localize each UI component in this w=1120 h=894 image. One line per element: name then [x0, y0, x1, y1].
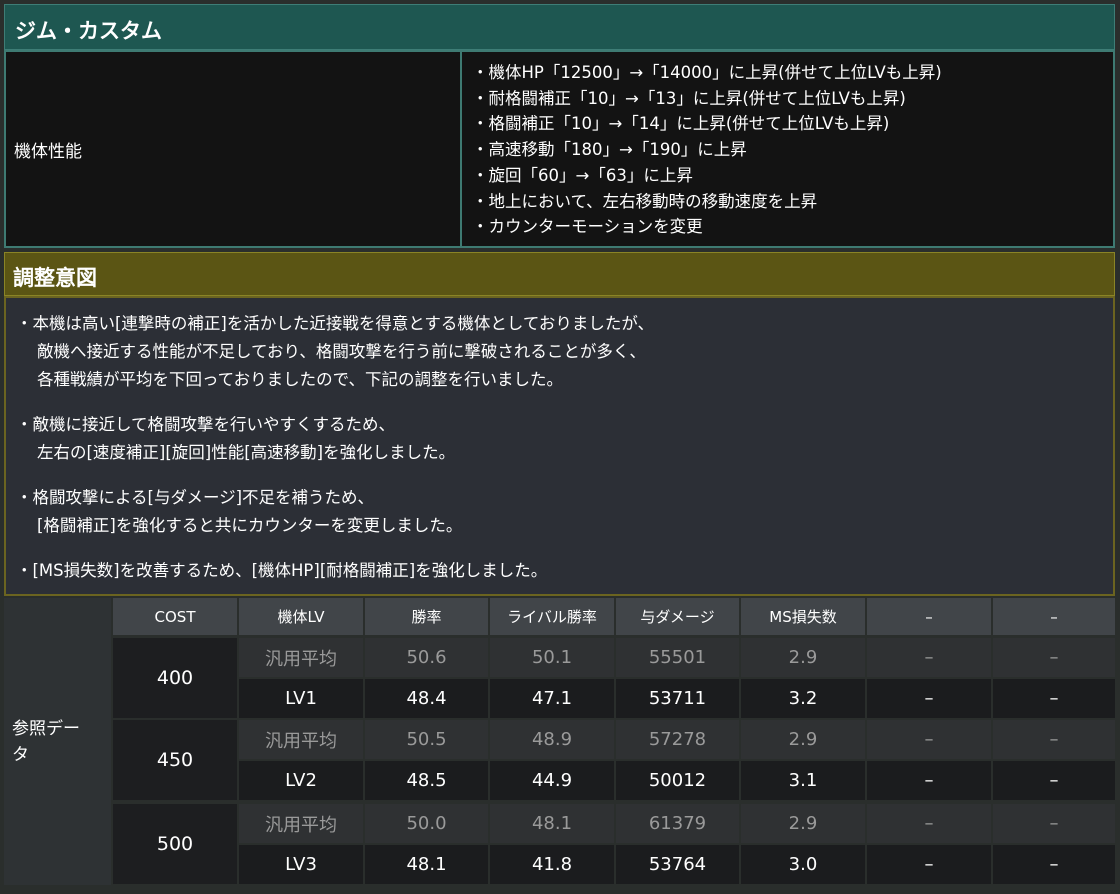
intent-line: 左右の[速度補正][旋回]性能[高速移動]を強化しました。 — [37, 443, 456, 462]
cost-cell: 450 — [113, 720, 237, 800]
column-header: COST — [113, 598, 237, 635]
extra-1-cell: – — [867, 845, 991, 884]
performance-item: ・格闘補正「10」→「14」に上昇(併せて上位LVも上昇) — [472, 114, 890, 134]
extra-2-cell: – — [993, 845, 1115, 884]
performance-item: ・機体HP「12500」→「14000」に上昇(併せて上位LVも上昇) — [472, 63, 942, 82]
win-rate-cell: 48.1 — [365, 845, 488, 884]
intent-title: 調整意図 — [4, 252, 1115, 296]
column-header: MS損失数 — [741, 598, 865, 635]
intent-paragraph: ・[MS損失数]を改善するため、[機体HP][耐格闘補正]を強化しました。 — [16, 557, 1113, 585]
reference-data-table: 参照デー タ COST 機体LV 勝率 ライバル勝率 与ダメージ MS損失数 – –400 汎用… — [4, 598, 1115, 885]
damage-cell: 50012 — [616, 761, 739, 800]
reference-label-line: タ — [12, 745, 29, 765]
performance-item: ・旋回「60」→「63」に上昇 — [472, 165, 693, 185]
performance-table: 機体性能 ・機体HP「12500」→「14000」に上昇(併せて上位LVも上昇)… — [4, 50, 1115, 248]
win-rate-cell: 50.5 — [365, 720, 488, 759]
column-header: 与ダメージ — [616, 598, 739, 635]
reference-label-line: 参照デー — [12, 719, 80, 739]
extra-2-cell: – — [993, 720, 1115, 759]
column-header: 勝率 — [365, 598, 488, 635]
intent-line: 敵機へ接近する性能が不足しており、格闘攻撃を行う前に撃破されることが多く、 — [37, 342, 646, 361]
intent-body: ・本機は高い[連撃時の補正]を活かした近接戦を得意とする機体としておりましたが、… — [4, 296, 1115, 596]
ms-loss-cell: 2.9 — [741, 720, 865, 759]
damage-cell: 55501 — [616, 638, 739, 677]
damage-cell: 53764 — [616, 845, 739, 884]
column-header: 機体LV — [239, 598, 363, 635]
ms-loss-cell: 3.1 — [741, 761, 865, 800]
ms-loss-cell: 2.9 — [741, 804, 865, 843]
extra-1-cell: – — [867, 804, 991, 843]
rival-win-rate-cell: 50.1 — [490, 638, 614, 677]
performance-item: ・カウンターモーションを変更 — [472, 217, 703, 237]
rival-win-rate-cell: 48.1 — [490, 804, 614, 843]
rival-win-rate-cell: 44.9 — [490, 761, 614, 800]
level-cell: LV3 — [239, 845, 363, 884]
level-cell: LV1 — [239, 679, 363, 718]
level-cell: 汎用平均 — [239, 804, 363, 843]
performance-item: ・耐格闘補正「10」→「13」に上昇(併せて上位LVも上昇) — [472, 88, 906, 108]
extra-1-cell: – — [867, 761, 991, 800]
intent-line: ・[MS損失数]を改善するため、[機体HP][耐格闘補正]を強化しました。 — [16, 561, 548, 580]
ms-loss-cell: 2.9 — [741, 638, 865, 677]
intent-paragraph: ・本機は高い[連撃時の補正]を活かした近接戦を得意とする機体としておりましたが、… — [16, 310, 1113, 394]
performance-label: 機体性能 — [6, 52, 460, 246]
ms-loss-cell: 3.0 — [741, 845, 865, 884]
rival-win-rate-cell: 48.9 — [490, 720, 614, 759]
extra-2-cell: – — [993, 679, 1115, 718]
reference-label: 参照デー タ — [4, 598, 111, 885]
rival-win-rate-cell: 41.8 — [490, 845, 614, 884]
intent-line: ・格闘攻撃による[与ダメージ]不足を補うため、 — [16, 488, 375, 507]
intent-line: 各種戦績が平均を下回っておりましたので、下記の調整を行いました。 — [37, 370, 564, 389]
intent-line: ・敵機に接近して格闘攻撃を行いやすくするため、 — [16, 415, 396, 434]
cost-cell: 500 — [113, 804, 237, 884]
performance-item: ・地上において、左右移動時の移動速度を上昇 — [472, 191, 818, 211]
section-title: ジム・カスタム — [4, 4, 1115, 50]
win-rate-cell: 48.5 — [365, 761, 488, 800]
extra-1-cell: – — [867, 720, 991, 759]
intent-paragraph: ・格闘攻撃による[与ダメージ]不足を補うため、 [格闘補正]を強化すると共にカウ… — [16, 484, 1113, 540]
performance-item: ・高速移動「180」→「190」に上昇 — [472, 140, 747, 160]
performance-list: ・機体HP「12500」→「14000」に上昇(併せて上位LVも上昇) ・耐格闘… — [462, 52, 1113, 246]
win-rate-cell: 48.4 — [365, 679, 488, 718]
damage-cell: 53711 — [616, 679, 739, 718]
extra-1-cell: – — [867, 679, 991, 718]
intent-line: ・本機は高い[連撃時の補正]を活かした近接戦を得意とする機体としておりましたが、 — [16, 314, 655, 333]
damage-cell: 57278 — [616, 720, 739, 759]
column-header: – — [867, 598, 991, 635]
intent-paragraph: ・敵機に接近して格闘攻撃を行いやすくするため、 左右の[速度補正][旋回]性能[… — [16, 411, 1113, 467]
extra-2-cell: – — [993, 761, 1115, 800]
win-rate-cell: 50.0 — [365, 804, 488, 843]
level-cell: 汎用平均 — [239, 720, 363, 759]
level-cell: 汎用平均 — [239, 638, 363, 677]
column-header: ライバル勝率 — [490, 598, 614, 635]
column-header: – — [993, 598, 1115, 635]
damage-cell: 61379 — [616, 804, 739, 843]
intent-line: [格闘補正]を強化すると共にカウンターを変更しました。 — [37, 516, 463, 535]
win-rate-cell: 50.6 — [365, 638, 488, 677]
extra-1-cell: – — [867, 638, 991, 677]
rival-win-rate-cell: 47.1 — [490, 679, 614, 718]
extra-2-cell: – — [993, 804, 1115, 843]
ms-loss-cell: 3.2 — [741, 679, 865, 718]
level-cell: LV2 — [239, 761, 363, 800]
extra-2-cell: – — [993, 638, 1115, 677]
cost-cell: 400 — [113, 638, 237, 718]
